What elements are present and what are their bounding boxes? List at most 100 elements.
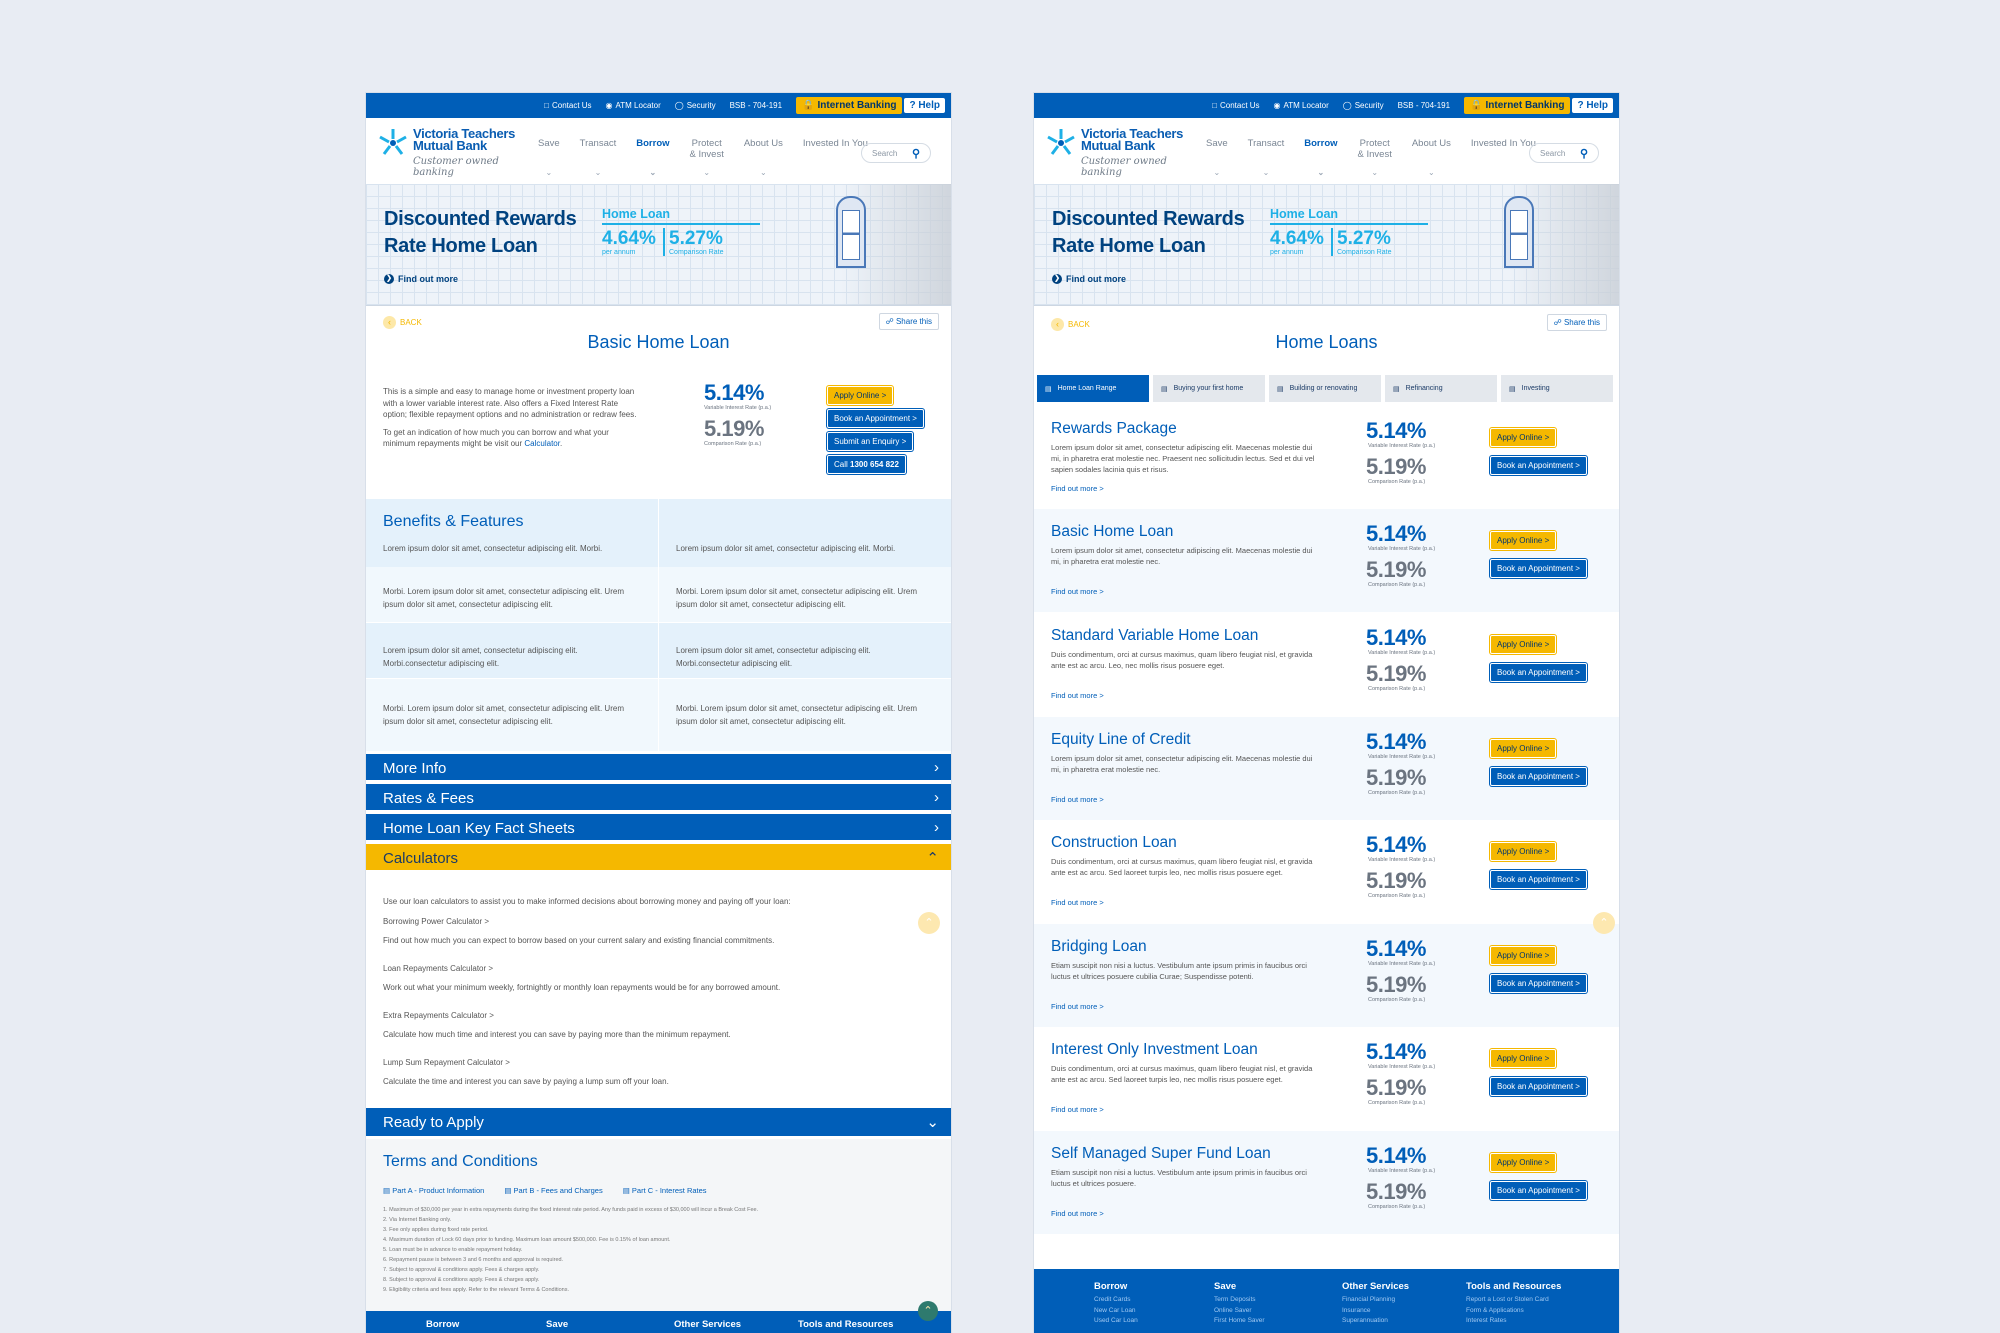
nav-protect-invest[interactable]: Protect & Invest ⌄	[680, 138, 734, 178]
product-name[interactable]: Standard Variable Home Loan	[1051, 627, 1258, 645]
part-c-link[interactable]: ▤ Part C - Interest Rates	[623, 1186, 707, 1195]
security-link[interactable]: ◯ Security	[675, 101, 716, 110]
book-appointment-button[interactable]: Book an Appointment >	[827, 409, 924, 428]
find-out-more-link[interactable]: Find out more >	[1051, 587, 1104, 596]
product-name[interactable]: Bridging Loan	[1051, 938, 1147, 956]
book-appointment-button[interactable]: Book an Appointment >	[1490, 1077, 1587, 1096]
nav-save[interactable]: Save ⌄	[1196, 138, 1238, 178]
product-name[interactable]: Equity Line of Credit	[1051, 731, 1191, 749]
book-appointment-button[interactable]: Book an Appointment >	[1490, 559, 1587, 578]
footer-link[interactable]: Used Car Loan	[1094, 1316, 1138, 1327]
share-button[interactable]: ☍ Share this	[878, 313, 939, 330]
footer-link[interactable]: Form & Applications	[1466, 1306, 1549, 1317]
share-button[interactable]: ☍ Share this	[1546, 314, 1607, 331]
contact-link[interactable]: □ Contact Us	[1212, 101, 1259, 110]
tab-building-renovating[interactable]: ▤ Building or renovating	[1269, 375, 1381, 402]
bank-logo[interactable]: Victoria Teachers Mutual Bank Customer ow…	[1044, 126, 1184, 178]
extra-repayments-calculator-link[interactable]: Extra Repayments Calculator >	[383, 1010, 923, 1021]
footer-tools-resources[interactable]: Tools and Resources	[798, 1319, 893, 1330]
loan-repayments-calculator-link[interactable]: Loan Repayments Calculator >	[383, 963, 923, 974]
hero-find-out-more[interactable]: ❯ Find out more	[1052, 274, 1126, 284]
search-input[interactable]: Search ⚲	[1529, 143, 1599, 163]
nav-protect-invest[interactable]: Protect & Invest ⌄	[1348, 138, 1402, 178]
nav-about-us[interactable]: About Us ⌄	[734, 138, 793, 178]
apply-online-button[interactable]: Apply Online >	[827, 386, 894, 405]
product-name[interactable]: Basic Home Loan	[1051, 523, 1173, 541]
scroll-top-icon[interactable]: ⌃	[1593, 912, 1615, 934]
book-appointment-button[interactable]: Book an Appointment >	[1490, 767, 1587, 786]
apply-online-button[interactable]: Apply Online >	[1490, 531, 1557, 550]
footer-save[interactable]: Save	[1214, 1281, 1236, 1292]
footer-tools-resources[interactable]: Tools and Resources	[1466, 1281, 1561, 1292]
find-out-more-link[interactable]: Find out more >	[1051, 484, 1104, 493]
part-a-link[interactable]: ▤ Part A - Product Information	[383, 1186, 484, 1195]
apply-online-button[interactable]: Apply Online >	[1490, 842, 1557, 861]
footer-other-services[interactable]: Other Services	[1342, 1281, 1409, 1292]
apply-online-button[interactable]: Apply Online >	[1490, 739, 1557, 758]
footer-link[interactable]: Interest Rates	[1466, 1316, 1549, 1327]
product-name[interactable]: Interest Only Investment Loan	[1051, 1041, 1258, 1059]
back-link[interactable]: ‹ BACK	[1051, 318, 1090, 331]
book-appointment-button[interactable]: Book an Appointment >	[1490, 456, 1587, 475]
accordion-rates-fees[interactable]: Rates & Fees ›	[366, 784, 951, 812]
apply-online-button[interactable]: Apply Online >	[1490, 1049, 1557, 1068]
bank-logo[interactable]: Victoria Teachers Mutual Bank Customer ow…	[376, 126, 516, 178]
apply-online-button[interactable]: Apply Online >	[1490, 428, 1557, 447]
product-name[interactable]: Self Managed Super Fund Loan	[1051, 1145, 1271, 1163]
footer-link[interactable]: Report a Lost or Stolen Card	[1466, 1295, 1549, 1306]
security-link[interactable]: ◯ Security	[1343, 101, 1384, 110]
book-appointment-button[interactable]: Book an Appointment >	[1490, 870, 1587, 889]
atm-link[interactable]: ◉ ATM Locator	[1274, 101, 1329, 110]
apply-online-button[interactable]: Apply Online >	[1490, 946, 1557, 965]
apply-online-button[interactable]: Apply Online >	[1490, 635, 1557, 654]
footer-save[interactable]: Save	[546, 1319, 568, 1330]
lump-sum-calculator-link[interactable]: Lump Sum Repayment Calculator >	[383, 1057, 923, 1068]
nav-transact[interactable]: Transact ⌄	[570, 138, 627, 178]
accordion-key-fact-sheets[interactable]: Home Loan Key Fact Sheets ›	[366, 814, 951, 842]
hero-find-out-more[interactable]: ❯ Find out more	[384, 274, 458, 284]
atm-link[interactable]: ◉ ATM Locator	[606, 101, 661, 110]
footer-link[interactable]: Superannuation	[1342, 1316, 1395, 1327]
help-button[interactable]: ? Help	[904, 98, 945, 113]
product-name[interactable]: Rewards Package	[1051, 420, 1177, 438]
footer-link[interactable]: Financial Planning	[1342, 1295, 1395, 1306]
part-b-link[interactable]: ▤ Part B - Fees and Charges	[504, 1186, 602, 1195]
tab-buying-first-home[interactable]: ▤ Buying your first home	[1153, 375, 1265, 402]
find-out-more-link[interactable]: Find out more >	[1051, 1105, 1104, 1114]
accordion-ready-to-apply[interactable]: Ready to Apply ⌄	[366, 1108, 951, 1138]
find-out-more-link[interactable]: Find out more >	[1051, 1002, 1104, 1011]
search-icon[interactable]: ⚲	[1580, 147, 1588, 160]
find-out-more-link[interactable]: Find out more >	[1051, 795, 1104, 804]
book-appointment-button[interactable]: Book an Appointment >	[1490, 1181, 1587, 1200]
back-to-top-icon[interactable]: ⌃	[918, 1301, 938, 1321]
help-button[interactable]: ? Help	[1572, 98, 1613, 113]
call-button[interactable]: Call 1300 654 822	[827, 455, 906, 474]
find-out-more-link[interactable]: Find out more >	[1051, 691, 1104, 700]
footer-other-services[interactable]: Other Services	[674, 1319, 741, 1330]
footer-link[interactable]: First Home Saver	[1214, 1316, 1265, 1327]
product-name[interactable]: Construction Loan	[1051, 834, 1177, 852]
footer-link[interactable]: New Car Loan	[1094, 1306, 1138, 1317]
nav-transact[interactable]: Transact ⌄	[1238, 138, 1295, 178]
search-icon[interactable]: ⚲	[912, 147, 920, 160]
accordion-more-info[interactable]: More Info ›	[366, 754, 951, 782]
borrowing-power-calculator-link[interactable]: Borrowing Power Calculator >	[383, 916, 923, 927]
footer-link[interactable]: Insurance	[1342, 1306, 1395, 1317]
scroll-top-icon[interactable]: ⌃	[918, 912, 940, 934]
footer-borrow[interactable]: Borrow	[426, 1319, 459, 1330]
back-link[interactable]: ‹ BACK	[383, 316, 422, 329]
find-out-more-link[interactable]: Find out more >	[1051, 898, 1104, 907]
find-out-more-link[interactable]: Find out more >	[1051, 1209, 1104, 1218]
footer-borrow[interactable]: Borrow	[1094, 1281, 1127, 1292]
submit-enquiry-button[interactable]: Submit an Enquiry >	[827, 432, 914, 451]
nav-borrow[interactable]: Borrow ⌄	[1294, 138, 1347, 178]
nav-save[interactable]: Save ⌄	[528, 138, 570, 178]
internet-banking-button[interactable]: 🔒 Internet Banking	[796, 97, 903, 114]
nav-about-us[interactable]: About Us ⌄	[1402, 138, 1461, 178]
book-appointment-button[interactable]: Book an Appointment >	[1490, 663, 1587, 682]
internet-banking-button[interactable]: 🔒 Internet Banking	[1464, 97, 1571, 114]
nav-borrow[interactable]: Borrow ⌄	[626, 138, 679, 178]
apply-online-button[interactable]: Apply Online >	[1490, 1153, 1557, 1172]
contact-link[interactable]: □ Contact Us	[544, 101, 591, 110]
search-input[interactable]: Search ⚲	[861, 143, 931, 163]
